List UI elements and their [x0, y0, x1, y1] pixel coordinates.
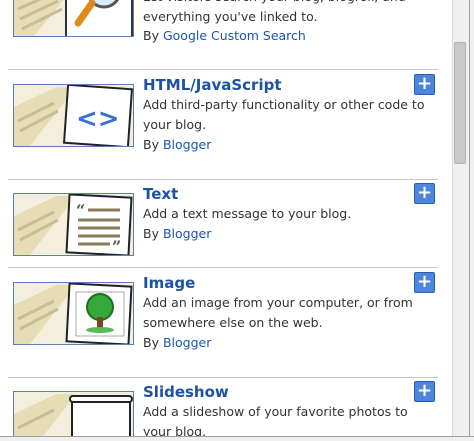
gadget-title[interactable]: Slideshow	[143, 383, 229, 401]
window-edge-bottom	[0, 436, 474, 441]
plus-icon: +	[416, 271, 433, 292]
divider	[8, 69, 438, 70]
gadget-description: Let visitors search your blog, blogroll,…	[143, 0, 406, 24]
plus-icon: +	[416, 73, 433, 94]
add-gadget-button[interactable]: +	[414, 271, 435, 293]
gadget-title[interactable]: Text	[143, 185, 178, 203]
author-link[interactable]: Google Custom Search	[163, 28, 306, 43]
svg-text:“: “	[76, 201, 85, 220]
author-link[interactable]: Blogger	[163, 226, 211, 241]
gadget-title[interactable]: Image	[143, 274, 195, 292]
gadget-description: Add a text message to your blog.	[143, 206, 352, 221]
tree-picture-icon	[14, 283, 133, 344]
text-quote-icon: “ ”	[14, 194, 133, 255]
gadget-description: Add third-party functionality or other c…	[143, 97, 425, 132]
by-label: By	[143, 226, 159, 241]
gadget-list: Let visitors search your blog, blogroll,…	[0, 0, 469, 436]
scrollbar-thumb[interactable]	[454, 42, 466, 164]
gadget-thumbnail[interactable]	[13, 282, 134, 345]
magnifier-icon	[14, 0, 133, 36]
window-edge-right	[469, 0, 474, 441]
by-label: By	[143, 137, 159, 152]
author-link[interactable]: Blogger	[163, 335, 211, 350]
by-label: By	[143, 28, 159, 43]
add-gadget-button[interactable]: +	[414, 182, 435, 204]
divider	[8, 179, 438, 180]
gadget-thumbnail[interactable]	[13, 391, 134, 436]
add-gadget-button[interactable]: +	[414, 380, 435, 402]
add-gadget-button[interactable]: +	[414, 73, 435, 95]
gadget-byline: By Blogger	[143, 226, 211, 241]
divider	[8, 377, 438, 378]
gadget-thumbnail[interactable]: <>	[13, 84, 134, 147]
svg-text:<>: <>	[76, 104, 120, 134]
svg-text:”: ”	[112, 237, 121, 255]
gadget-byline: By Blogger	[143, 335, 211, 350]
gadget-thumbnail[interactable]: “ ”	[13, 193, 134, 256]
author-link[interactable]: Blogger	[163, 137, 211, 152]
gadget-thumbnail[interactable]	[13, 0, 134, 37]
by-label: By	[143, 335, 159, 350]
gadget-byline: By Google Custom Search	[143, 28, 306, 43]
gadget-description: Add an image from your computer, or from…	[143, 295, 413, 330]
code-brackets-icon: <>	[14, 85, 133, 146]
plus-icon: +	[416, 182, 433, 203]
gadget-description: Add a slideshow of your favorite photos …	[143, 404, 408, 436]
plus-icon: +	[416, 380, 433, 401]
projector-screen-icon	[14, 392, 133, 436]
gadget-byline: By Blogger	[143, 137, 211, 152]
divider	[8, 267, 438, 268]
gadget-title[interactable]: HTML/JavaScript	[143, 76, 282, 94]
